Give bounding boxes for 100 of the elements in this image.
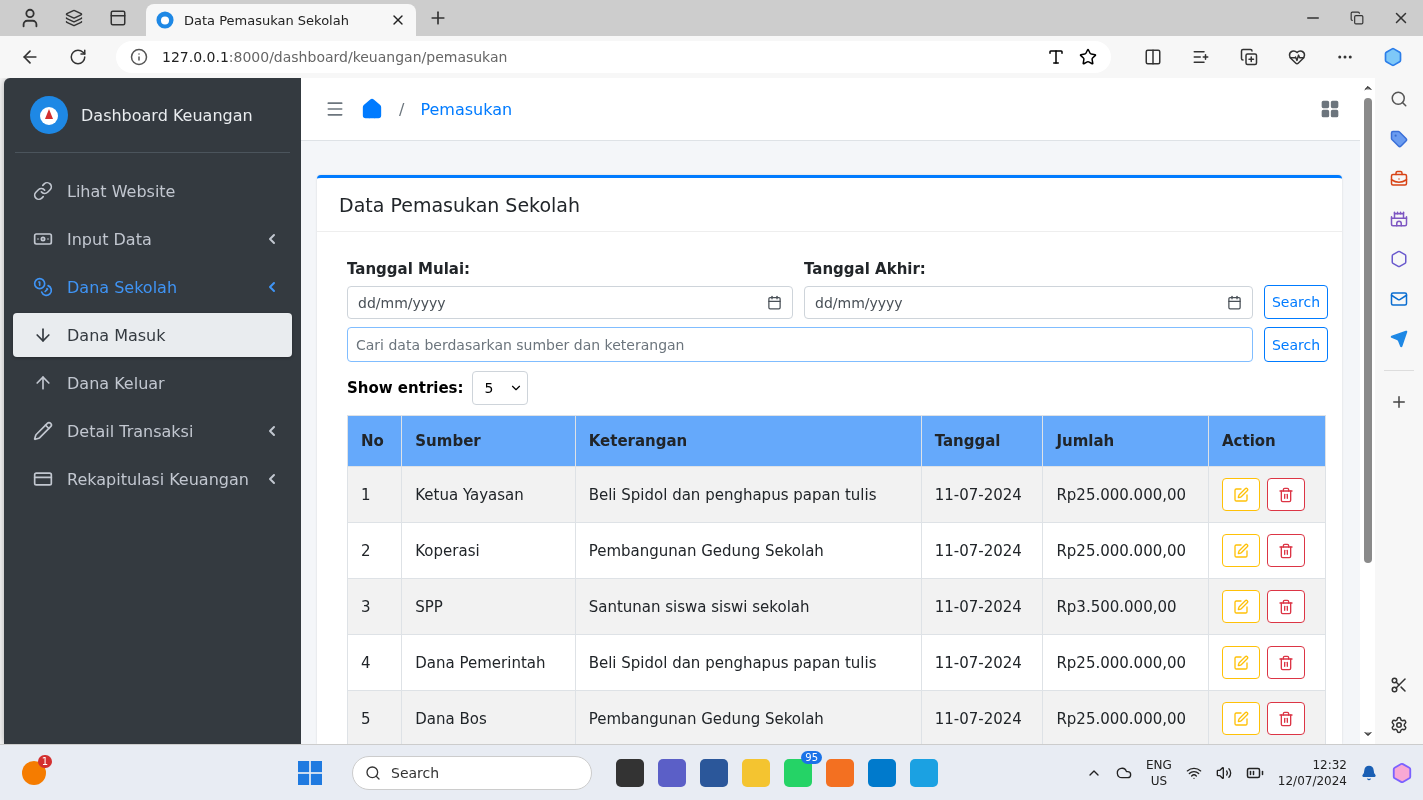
split-screen-icon[interactable] — [1144, 48, 1162, 66]
brand-text: Dashboard Keuangan — [81, 105, 253, 125]
trash-icon — [1277, 486, 1294, 503]
trash-icon — [1277, 598, 1294, 615]
table-cell: 11-07-2024 — [921, 522, 1043, 579]
sidebar-item[interactable]: Dana Keluar — [13, 361, 292, 405]
toolbox-icon[interactable] — [1390, 170, 1408, 188]
table-cell: Dana Pemerintah — [401, 634, 576, 691]
table-cell: Rp3.500.000,00 — [1042, 578, 1209, 635]
reload-icon[interactable] — [69, 48, 87, 66]
edit-icon — [1232, 486, 1249, 503]
column-header: Jumlah — [1042, 415, 1209, 467]
table-cell: Beli Spidol dan penghapus papan tulis — [575, 634, 922, 691]
table-cell: 11-07-2024 — [921, 634, 1043, 691]
message-badge: 95 — [801, 750, 822, 764]
favicon-icon — [156, 11, 174, 29]
calendar-icon[interactable] — [767, 295, 782, 310]
card-title: Data Pemasukan Sekolah — [339, 193, 581, 216]
scrollbar[interactable] — [1360, 78, 1375, 744]
tab-actions-icon[interactable] — [109, 9, 127, 27]
restore-icon[interactable] — [1350, 11, 1364, 25]
home-icon[interactable] — [361, 98, 383, 120]
table-cell: Santunan siswa siswi sekolah — [575, 578, 922, 635]
table-cell: Pembangunan Gedung Sekolah — [575, 522, 922, 579]
search-button[interactable]: Search — [1264, 327, 1328, 362]
chess-icon[interactable] — [1390, 210, 1408, 228]
send-icon[interactable] — [1390, 330, 1408, 348]
column-header: Action — [1208, 415, 1326, 467]
search-button[interactable]: Search — [1264, 285, 1328, 319]
mail-icon[interactable] — [1390, 290, 1408, 308]
delete-button[interactable] — [1266, 590, 1305, 623]
table-cell: 2 — [347, 522, 402, 579]
edit-icon — [1232, 598, 1249, 615]
calendar-icon[interactable] — [1227, 295, 1242, 310]
table-cell: 3 — [347, 578, 402, 635]
scissors-icon[interactable] — [1390, 676, 1408, 694]
field-label: Tanggal Akhir: — [804, 260, 927, 278]
notification-badge: 1 — [37, 754, 52, 768]
url-text: 127.0.0.1:8000/dashboard/keuangan/pemasukan — [162, 49, 508, 65]
language-indicator[interactable]: ENG US — [1145, 756, 1172, 789]
trash-icon — [1277, 654, 1294, 671]
favorites-icon[interactable] — [1192, 48, 1210, 66]
bell-icon[interactable] — [1361, 764, 1377, 781]
info-icon[interactable] — [130, 48, 148, 66]
sidebar-item[interactable]: Dana Masuk — [13, 313, 292, 357]
tag-icon[interactable] — [1390, 130, 1408, 148]
favorite-icon[interactable] — [1079, 48, 1097, 66]
breadcrumb-link[interactable]: Pemasukan — [420, 99, 513, 119]
sidebar-item[interactable]: Dana Sekolah — [13, 265, 292, 309]
delete-button[interactable] — [1266, 478, 1305, 511]
table-cell: SPP — [401, 578, 576, 635]
date-field[interactable]: dd/mm/yyyy — [347, 286, 793, 319]
settings-icon[interactable] — [1390, 716, 1408, 734]
edit-icon — [1232, 542, 1249, 559]
browser-tab[interactable]: Data Pemasukan Sekolah — [146, 4, 416, 36]
table-cell: Rp25.000.000,00 — [1042, 522, 1209, 579]
edit-icon — [1232, 710, 1249, 727]
health-icon[interactable] — [1288, 48, 1306, 66]
table-cell: 11-07-2024 — [921, 578, 1043, 635]
table-cell: 4 — [347, 634, 402, 691]
grid-icon[interactable] — [1320, 99, 1340, 119]
search-icon[interactable] — [1390, 90, 1408, 108]
entries-label: Show entries: — [347, 379, 464, 397]
delete-button[interactable] — [1266, 534, 1305, 567]
volume-icon[interactable] — [1215, 764, 1232, 781]
sidebar-item[interactable]: Detail Transaksi — [13, 409, 292, 453]
field-label: Tanggal Mulai: — [347, 260, 472, 278]
sidebar-item[interactable]: Rekapitulasi Keuangan — [13, 457, 292, 501]
logo-icon — [29, 95, 69, 135]
table-cell: Rp25.000.000,00 — [1042, 466, 1209, 523]
edit-icon — [1232, 654, 1249, 671]
start-icon[interactable] — [298, 760, 322, 785]
taskbar-search[interactable]: Search — [352, 755, 592, 790]
sidebar-item[interactable]: Lihat Website — [13, 169, 292, 213]
hexagon-icon[interactable] — [1390, 250, 1408, 268]
collections-icon[interactable] — [1240, 48, 1258, 66]
search-field[interactable]: Cari data berdasarkan sumber dan keterangan — [347, 327, 1253, 362]
table-cell: Ketua Yayasan — [401, 466, 576, 523]
date-field[interactable]: dd/mm/yyyy — [804, 286, 1253, 319]
breadcrumb-separator: / — [399, 99, 405, 119]
trash-icon — [1277, 542, 1294, 559]
sidebar-item[interactable]: Input Data — [13, 217, 292, 261]
delete-button[interactable] — [1266, 702, 1305, 735]
delete-button[interactable] — [1266, 646, 1305, 679]
trash-icon — [1277, 710, 1294, 727]
table-cell: Koperasi — [401, 522, 576, 579]
table-cell: Rp25.000.000,00 — [1042, 634, 1209, 691]
column-header: Sumber — [401, 415, 576, 467]
column-header: Keterangan — [575, 415, 922, 467]
workspaces-icon[interactable] — [65, 9, 83, 27]
clock[interactable]: 12:32 12/07/2024 — [1277, 756, 1347, 789]
column-header: Tanggal — [921, 415, 1043, 467]
add-icon[interactable] — [1390, 393, 1408, 411]
table-cell: 1 — [347, 466, 402, 523]
table-cell: Beli Spidol dan penghapus papan tulis — [575, 466, 922, 523]
table-cell: 11-07-2024 — [921, 466, 1043, 523]
search-icon — [365, 764, 381, 781]
entries-select[interactable]: 5 — [471, 371, 528, 405]
address-bar[interactable]: 127.0.0.1:8000/dashboard/keuangan/pemasukan — [116, 41, 1111, 73]
column-header: No — [347, 415, 402, 467]
